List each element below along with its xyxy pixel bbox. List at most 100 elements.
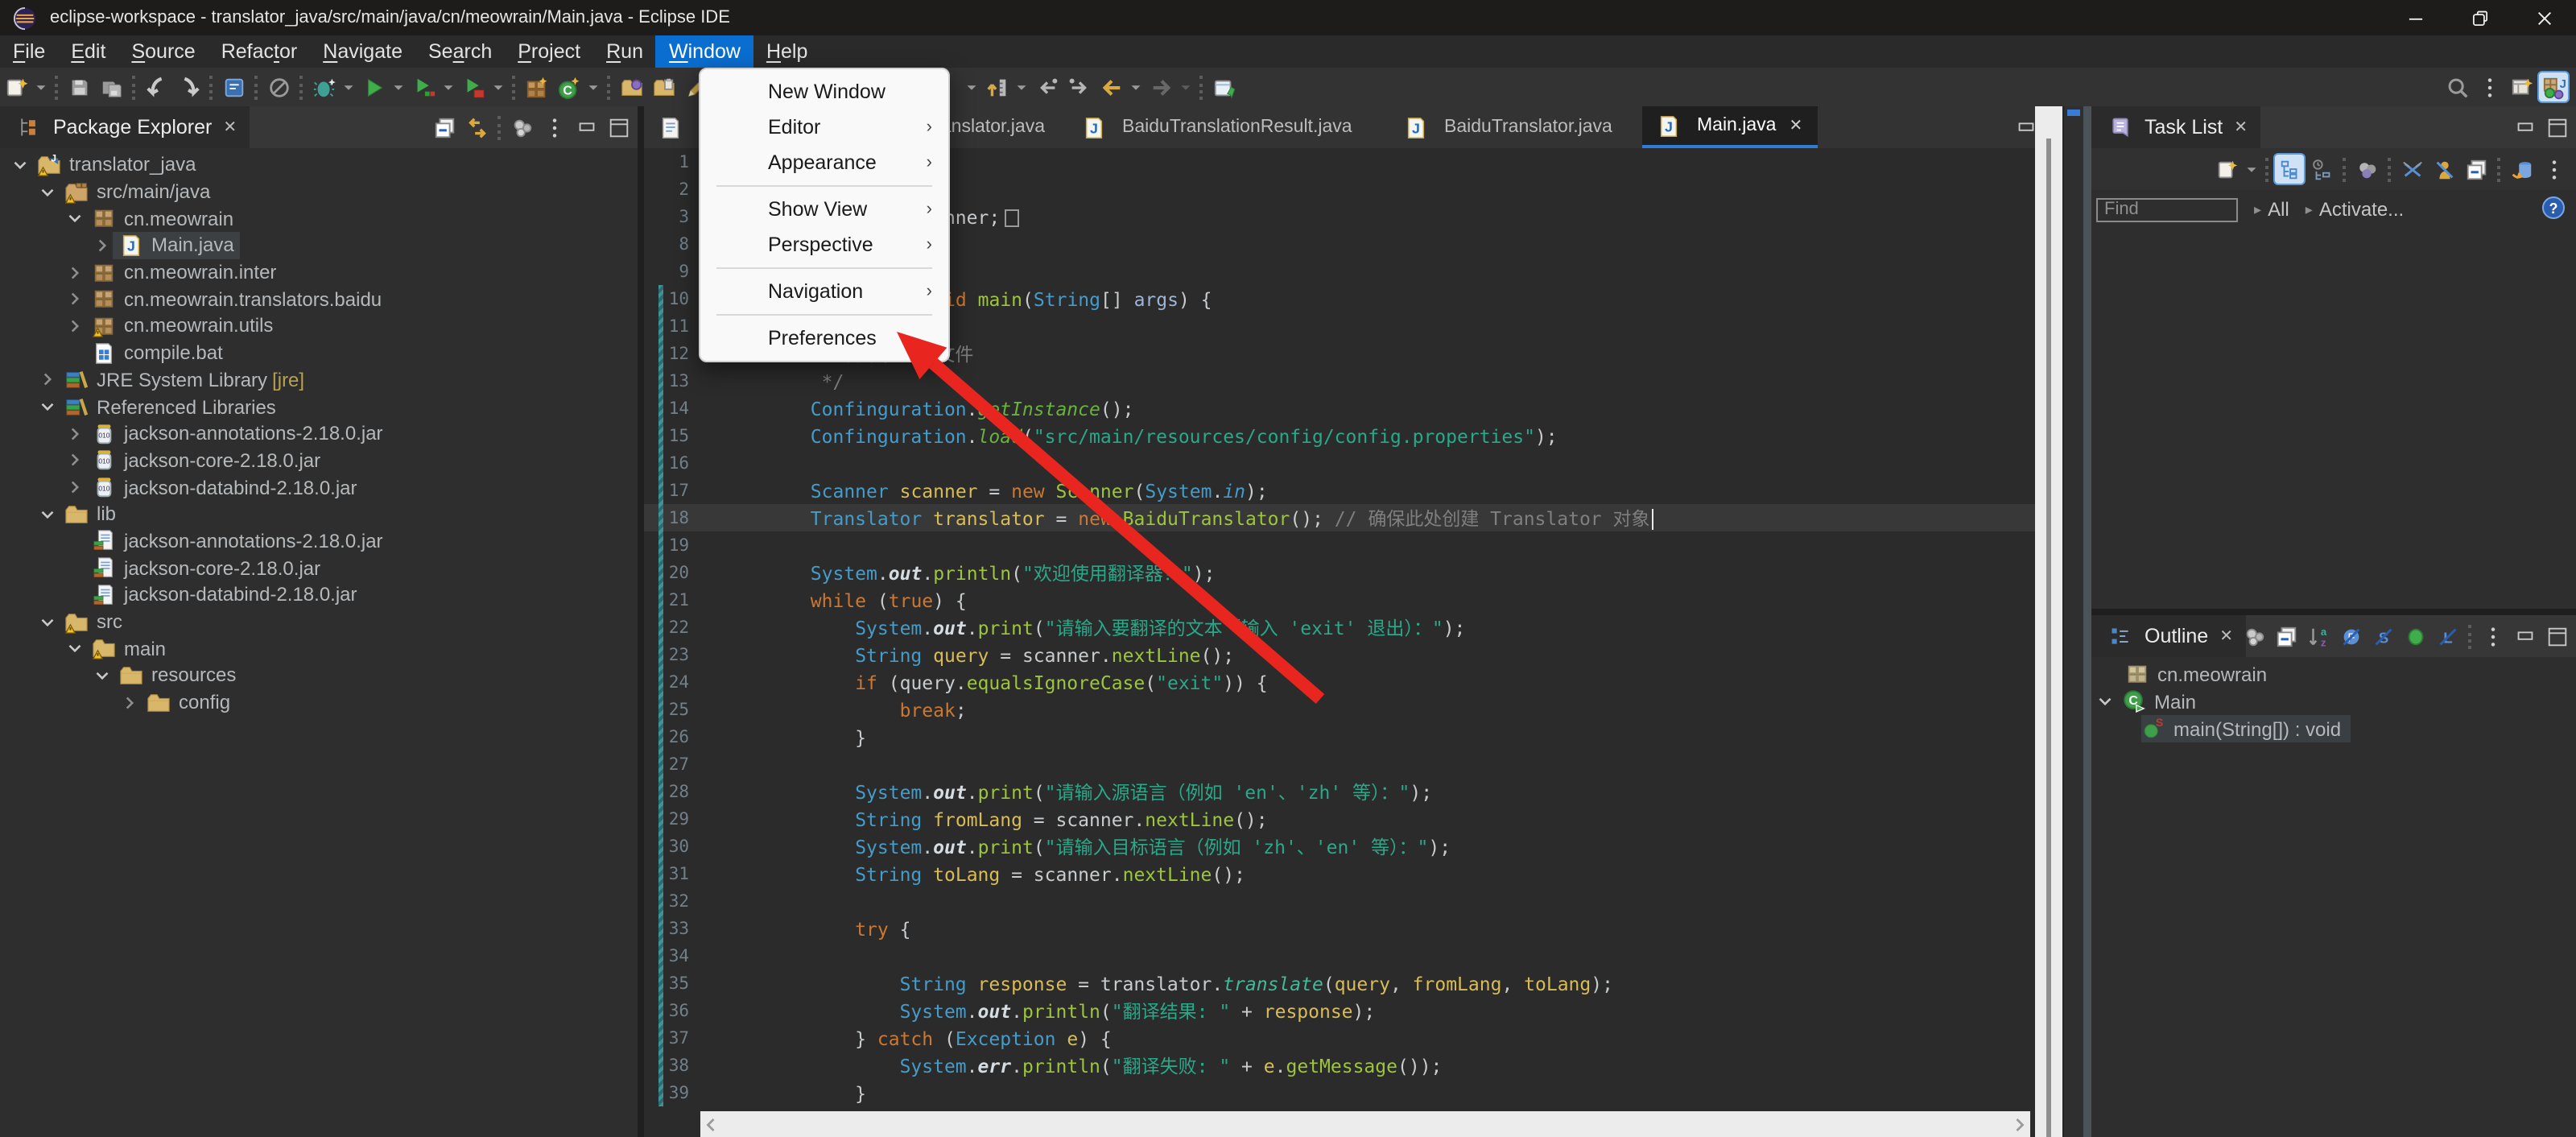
maximize-icon[interactable] bbox=[2541, 111, 2573, 143]
expand-chevron-icon[interactable] bbox=[64, 260, 85, 284]
right-sash[interactable] bbox=[2083, 106, 2091, 1137]
tree-item[interactable]: cn.meowrain bbox=[0, 205, 634, 232]
editor-tab-baidutranslationresult.java[interactable]: JBaiduTranslationResult.java bbox=[1067, 106, 1389, 148]
tree-item[interactable]: resources bbox=[0, 662, 634, 688]
hide-static-icon[interactable]: S bbox=[2367, 620, 2399, 652]
tree-item[interactable]: src/main/java bbox=[0, 178, 634, 205]
menubar-item-source[interactable]: Source bbox=[118, 35, 208, 68]
menu-item-editor[interactable]: Editor› bbox=[700, 110, 948, 145]
pin-editor-icon[interactable] bbox=[1208, 71, 1240, 103]
collapse-all-icon[interactable] bbox=[428, 111, 460, 143]
folded-region-box[interactable] bbox=[1005, 209, 1019, 226]
tree-item[interactable]: 010jackson-annotations-2.18.0.jar bbox=[0, 420, 634, 447]
menubar-item-run[interactable]: Run bbox=[593, 35, 656, 68]
code-line[interactable]: 31 String toLang = scanner.nextLine(); bbox=[644, 860, 2035, 887]
debug-icon[interactable] bbox=[308, 71, 340, 103]
dropdown-caret-icon[interactable] bbox=[340, 71, 357, 103]
editor-tab-main.java[interactable]: JMain.java✕ bbox=[1642, 106, 1817, 148]
forward-icon[interactable] bbox=[1145, 71, 1177, 103]
minimize-icon[interactable] bbox=[2508, 111, 2541, 143]
expand-chevron-icon[interactable] bbox=[64, 475, 85, 499]
tree-item[interactable]: cn.meowrain.utils bbox=[0, 312, 634, 339]
scroll-right-icon[interactable] bbox=[2014, 1117, 2025, 1131]
previous-edit-icon[interactable] bbox=[1030, 71, 1063, 103]
tree-item[interactable]: lib bbox=[0, 501, 634, 527]
tree-item[interactable]: src bbox=[0, 608, 634, 635]
menubar-item-help[interactable]: Help bbox=[753, 35, 820, 68]
code-line[interactable]: 23 String query = scanner.nextLine(); bbox=[644, 641, 2035, 668]
back-icon[interactable] bbox=[1095, 71, 1127, 103]
synchronize-icon[interactable] bbox=[2505, 153, 2537, 185]
code-line[interactable]: 38 System.err.println("翻译失败: " + e.getMe… bbox=[644, 1052, 2035, 1079]
menu-item-perspective[interactable]: Perspective› bbox=[700, 227, 948, 263]
close-button[interactable] bbox=[2512, 0, 2576, 35]
activate-button[interactable]: Activate... bbox=[2319, 198, 2404, 221]
presentation-icon[interactable] bbox=[2351, 153, 2383, 185]
tree-item[interactable]: compile.bat bbox=[0, 340, 634, 366]
menu-item-appearance[interactable]: Appearance› bbox=[700, 145, 948, 180]
open-task-icon[interactable] bbox=[647, 71, 679, 103]
code-line[interactable]: 24 if (query.equalsIgnoreCase("exit")) { bbox=[644, 668, 2035, 696]
left-sash[interactable] bbox=[638, 106, 644, 1137]
code-line[interactable]: 20 System.out.println("欢迎使用翻译器！"); bbox=[644, 559, 2035, 586]
open-type-icon[interactable] bbox=[615, 71, 647, 103]
code-line[interactable]: 36 System.out.println("翻译结果: " + respons… bbox=[644, 997, 2035, 1024]
minimize-icon[interactable] bbox=[2508, 620, 2541, 652]
tree-item[interactable]: jackson-core-2.18.0.jar bbox=[0, 555, 634, 581]
maximize-icon[interactable] bbox=[602, 111, 634, 143]
open-console-icon[interactable] bbox=[217, 71, 250, 103]
save-icon[interactable] bbox=[63, 71, 95, 103]
scheduled-icon[interactable] bbox=[2306, 153, 2338, 185]
tree-item[interactable]: config bbox=[0, 689, 634, 716]
new-wizard-icon[interactable] bbox=[0, 71, 32, 103]
code-line[interactable]: 35 String response = translator.translat… bbox=[644, 970, 2035, 997]
task-list-tab[interactable]: Task List ✕ bbox=[2091, 106, 2260, 148]
code-line[interactable]: 15 Confinguration.load("src/main/resourc… bbox=[644, 422, 2035, 449]
dropdown-caret-icon[interactable] bbox=[1177, 71, 1195, 103]
minimize-button[interactable] bbox=[2383, 0, 2447, 35]
horizontal-sash[interactable] bbox=[2091, 609, 2576, 615]
new-task-icon[interactable] bbox=[2211, 153, 2243, 185]
code-line[interactable]: 17 Scanner scanner = new Scanner(System.… bbox=[644, 477, 2035, 504]
code-line[interactable]: 30 System.out.print("请输入目标语言（例如 'zh'、'en… bbox=[644, 833, 2035, 860]
hide-fields-icon[interactable]: F bbox=[2334, 620, 2367, 652]
tree-item[interactable]: main bbox=[0, 635, 634, 662]
nav-previous-icon[interactable] bbox=[140, 71, 172, 103]
menubar-item-project[interactable]: Project bbox=[505, 35, 593, 68]
run-icon[interactable] bbox=[357, 71, 390, 103]
code-line[interactable]: 29 String fromLang = scanner.nextLine(); bbox=[644, 805, 2035, 833]
code-line[interactable]: 37 } catch (Exception e) { bbox=[644, 1024, 2035, 1052]
menubar-item-file[interactable]: File bbox=[0, 35, 58, 68]
filter-mine-icon[interactable] bbox=[2428, 153, 2460, 185]
tree-item[interactable]: jackson-annotations-2.18.0.jar bbox=[0, 527, 634, 554]
expand-chevron-icon[interactable] bbox=[92, 234, 113, 258]
close-view-icon[interactable]: ✕ bbox=[2219, 627, 2233, 645]
link-editor-icon[interactable] bbox=[460, 111, 493, 143]
code-line[interactable]: 39 } bbox=[644, 1079, 2035, 1106]
dropdown-caret-icon[interactable] bbox=[489, 71, 507, 103]
dropdown-caret-icon[interactable] bbox=[32, 71, 50, 103]
menu-item-new-window[interactable]: New Window bbox=[700, 74, 948, 110]
code-line[interactable]: 25 break; bbox=[644, 696, 2035, 723]
dropdown-caret-icon[interactable] bbox=[1013, 71, 1030, 103]
tree-item[interactable]: 010jackson-core-2.18.0.jar bbox=[0, 447, 634, 473]
next-annotation-icon[interactable] bbox=[980, 71, 1013, 103]
dropdown-caret-icon[interactable] bbox=[440, 71, 457, 103]
tree-item[interactable]: cn.meowrain.inter bbox=[0, 259, 634, 286]
code-line[interactable]: 27 bbox=[644, 750, 2035, 778]
menubar-item-search[interactable]: Search bbox=[415, 35, 505, 68]
close-tab-icon[interactable]: ✕ bbox=[1789, 117, 1802, 134]
expand-chevron-icon[interactable] bbox=[64, 287, 85, 312]
dropdown-caret-icon[interactable] bbox=[390, 71, 407, 103]
code-line[interactable]: 32 bbox=[644, 887, 2035, 915]
view-menu-icon[interactable] bbox=[538, 111, 570, 143]
code-line[interactable]: 22 System.out.print("请输入要翻译的文本（输入 'exit'… bbox=[644, 614, 2035, 641]
focus-task-icon[interactable] bbox=[2238, 620, 2270, 652]
code-line[interactable]: 14 Confinguration.getInstance(); bbox=[644, 395, 2035, 422]
code-line[interactable]: 21 while (true) { bbox=[644, 586, 2035, 614]
collapse-all-icon[interactable] bbox=[2270, 620, 2302, 652]
expand-chevron-icon[interactable] bbox=[64, 449, 85, 473]
nav-next-icon[interactable] bbox=[172, 71, 204, 103]
code-line[interactable]: 18 Translator translator = new BaiduTran… bbox=[644, 504, 2035, 531]
code-line[interactable]: 19 bbox=[644, 531, 2035, 559]
